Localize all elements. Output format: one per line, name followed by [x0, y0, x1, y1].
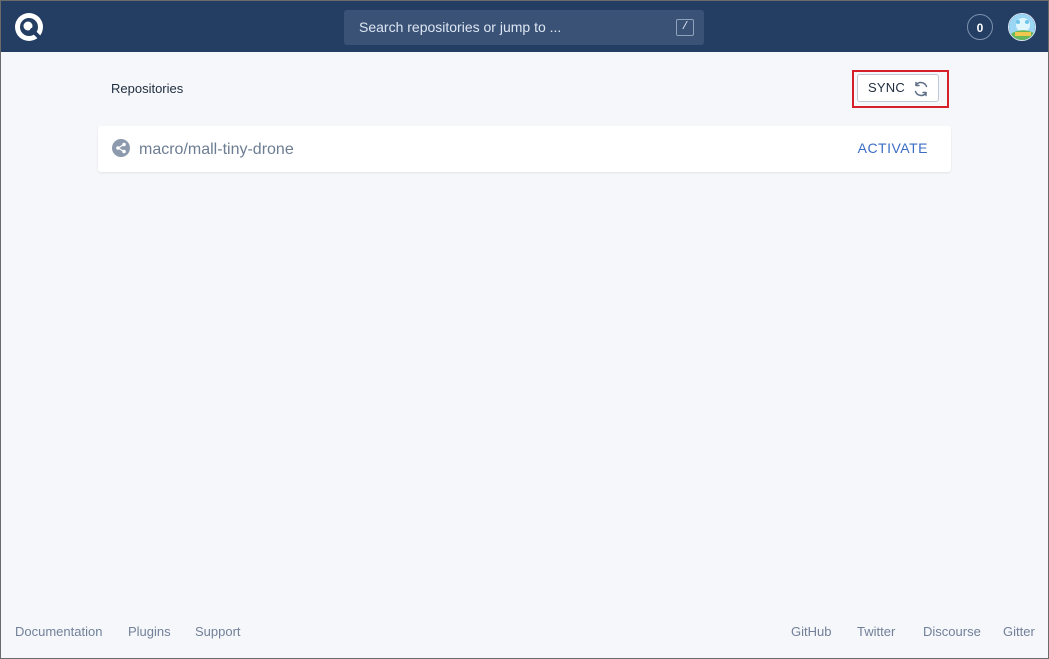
- footer-github-link[interactable]: GitHub: [791, 624, 831, 639]
- top-navigation-bar: Search repositories or jump to ... / 0: [1, 1, 1048, 52]
- footer-gitter-link[interactable]: Gitter: [1003, 624, 1035, 639]
- search-shortcut-key: /: [676, 19, 694, 36]
- repository-name[interactable]: macro/mall-tiny-drone: [139, 141, 294, 159]
- sync-button-label: SYNC: [868, 80, 905, 95]
- footer-documentation-link[interactable]: Documentation: [15, 624, 102, 639]
- refresh-icon: [914, 81, 928, 97]
- user-avatar-icon[interactable]: [1008, 13, 1036, 41]
- notification-count[interactable]: 0: [967, 14, 993, 40]
- activate-repository-link[interactable]: ACTIVATE: [858, 140, 928, 156]
- footer-twitter-link[interactable]: Twitter: [857, 624, 895, 639]
- footer-discourse-link[interactable]: Discourse: [923, 624, 981, 639]
- footer-plugins-link[interactable]: Plugins: [128, 624, 171, 639]
- app-window: Search repositories or jump to ... / 0 R…: [0, 0, 1049, 659]
- repository-row: macro/mall-tiny-drone ACTIVATE: [98, 126, 951, 172]
- sync-button[interactable]: SYNC: [857, 74, 939, 102]
- search-placeholder: Search repositories or jump to ...: [359, 19, 562, 35]
- drone-logo-icon[interactable]: [14, 12, 44, 42]
- share-icon: [112, 139, 130, 157]
- footer-support-link[interactable]: Support: [195, 624, 241, 639]
- page-title: Repositories: [111, 81, 184, 96]
- search-input[interactable]: Search repositories or jump to ... /: [344, 10, 704, 45]
